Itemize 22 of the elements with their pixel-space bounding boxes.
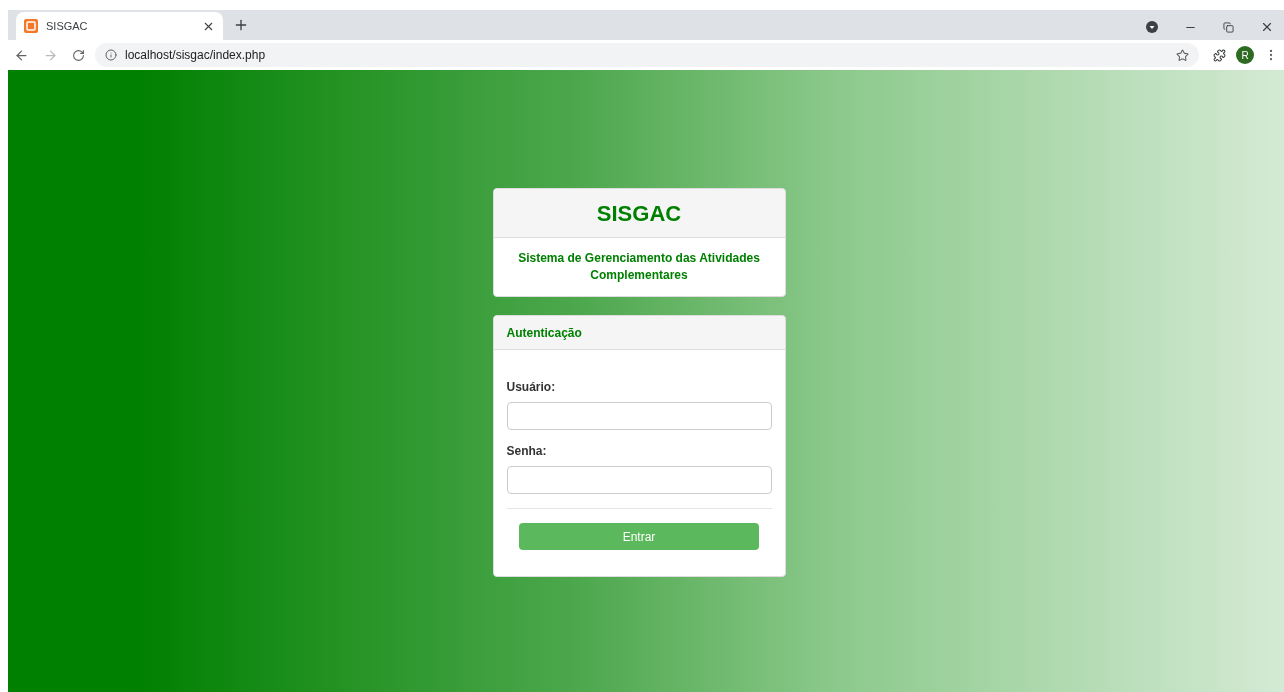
- profile-avatar[interactable]: R: [1236, 46, 1254, 64]
- field-label: Senha:: [506, 443, 548, 460]
- tab-title: SISGAC: [46, 18, 89, 34]
- input-field[interactable]: [506, 402, 772, 430]
- address-bar[interactable]: localhost/sisgac/index.php: [95, 43, 1199, 67]
- login-title: Autenticação: [506, 324, 582, 342]
- restore-icon[interactable]: [1223, 21, 1234, 33]
- input-field[interactable]: [506, 466, 772, 494]
- browser-tab[interactable]: SISGAC: [16, 12, 223, 40]
- field-label: Usuário:: [506, 379, 557, 396]
- info-icon[interactable]: [105, 49, 117, 61]
- close-window-icon[interactable]: [1260, 20, 1274, 34]
- reload-icon[interactable]: [72, 48, 85, 62]
- url-text: localhost/sisgac/index.php: [125, 47, 267, 64]
- star-icon[interactable]: [1176, 48, 1189, 62]
- extensions-icon[interactable]: [1213, 48, 1226, 62]
- dropdown-icon[interactable]: [1146, 21, 1158, 33]
- new-tab-icon[interactable]: [233, 17, 249, 33]
- app-subtitle: Sistema de Gerenciamento das Atividades Complementares: [517, 250, 761, 284]
- app-logo-icon: [24, 19, 38, 33]
- back-icon[interactable]: [14, 47, 29, 63]
- app-title: SISGAC: [596, 199, 682, 228]
